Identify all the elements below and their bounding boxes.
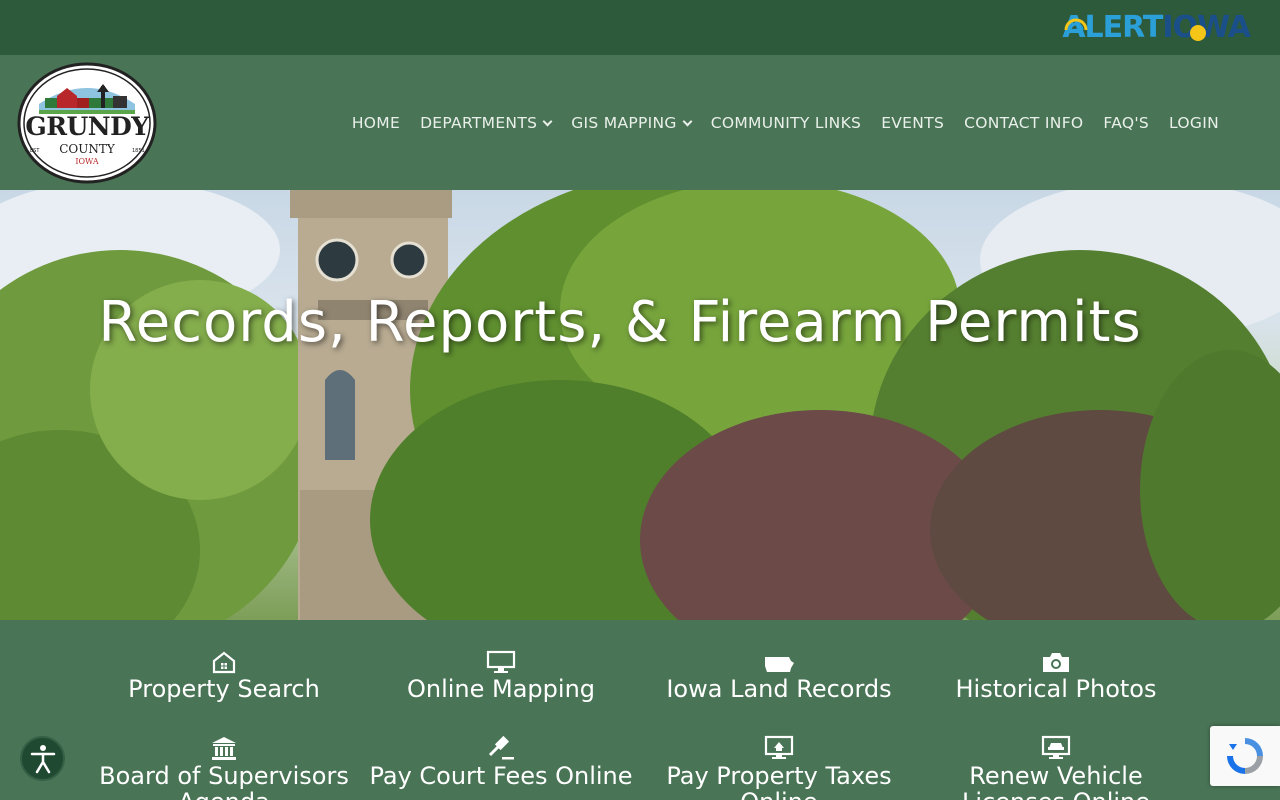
tax-monitor-icon — [644, 735, 914, 761]
accessibility-icon — [30, 744, 55, 773]
quick-link-label: Property Search — [128, 675, 320, 703]
quick-link-property-search[interactable]: Property Search — [89, 648, 359, 702]
county-name: GRUNDY — [25, 112, 149, 141]
camera-icon — [921, 648, 1191, 674]
site-header: GRUNDY COUNTY IOWA EST 1851 HOME DEPARTM… — [0, 55, 1280, 190]
nav-faqs[interactable]: FAQ'S — [1093, 114, 1159, 132]
nav-label: COMMUNITY LINKS — [710, 114, 862, 132]
quick-link-label: Board of Supervisors Agenda — [99, 762, 349, 800]
monitor-icon — [366, 648, 636, 674]
alert-iowa-logo[interactable]: ALERT IOWA — [1062, 8, 1251, 48]
gavel-icon — [366, 735, 636, 761]
nav-contact-info[interactable]: CONTACT INFO — [954, 114, 1093, 132]
nav-home[interactable]: HOME — [342, 114, 410, 132]
hero-title: Records, Reports, & Firearm Permits — [98, 290, 1142, 355]
nav-label: LOGIN — [1169, 114, 1219, 132]
nav-label: GIS MAPPING — [571, 114, 677, 132]
quick-link-iowa-land-records[interactable]: Iowa Land Records — [644, 648, 914, 702]
accessibility-button[interactable] — [20, 736, 65, 781]
nav-label: FAQ'S — [1103, 114, 1150, 132]
nav-label: HOME — [351, 114, 401, 132]
nav-label: DEPARTMENTS — [420, 114, 538, 132]
quick-link-board-of-supervisors[interactable]: Board of Supervisors Agenda — [89, 735, 359, 800]
county-state: IOWA — [75, 157, 99, 166]
quick-link-label: Online Mapping — [406, 675, 596, 703]
nav-gis-mapping[interactable]: GIS MAPPING — [561, 114, 701, 132]
nav-departments[interactable]: DEPARTMENTS — [410, 114, 561, 132]
iowa-state-icon — [644, 648, 914, 674]
quick-link-historical-photos[interactable]: Historical Photos — [921, 648, 1191, 702]
nav-label: CONTACT INFO — [964, 114, 1084, 132]
nav-events[interactable]: EVENTS — [871, 114, 954, 132]
quick-link-pay-court-fees[interactable]: Pay Court Fees Online — [366, 735, 636, 789]
quick-links: Property Search Online Mapping Iowa Land… — [0, 620, 1280, 800]
quick-link-label: Historical Photos — [955, 675, 1157, 703]
alert-signal-icon — [1064, 18, 1088, 31]
hero-banner: Records, Reports, & Firearm Permits — [0, 190, 1280, 620]
county-est: EST — [30, 148, 40, 154]
quick-link-label: Iowa Land Records — [666, 675, 892, 703]
house-icon — [89, 648, 359, 674]
recaptcha-icon — [1227, 738, 1263, 774]
quick-link-renew-vehicle-licenses[interactable]: Renew Vehicle Licenses Online — [921, 735, 1191, 800]
main-nav: HOME DEPARTMENTS GIS MAPPING COMMUNITY L… — [342, 110, 1229, 136]
courthouse-icon — [89, 735, 359, 761]
quick-link-pay-property-taxes[interactable]: Pay Property Taxes Online — [644, 735, 914, 800]
alert-sun-icon — [1190, 25, 1207, 41]
quick-link-label: Pay Property Taxes Online — [666, 762, 892, 800]
hero-background-image — [0, 190, 1280, 620]
nav-community-links[interactable]: COMMUNITY LINKS — [701, 114, 871, 132]
quick-link-label: Renew Vehicle Licenses Online — [962, 762, 1150, 800]
recaptcha-badge[interactable] — [1210, 726, 1280, 786]
chevron-down-icon — [542, 116, 553, 126]
top-bar: ALERT IOWA — [0, 0, 1280, 55]
nav-label: EVENTS — [881, 114, 945, 132]
county-year: 1851 — [132, 148, 145, 154]
chevron-down-icon — [682, 116, 693, 126]
quick-link-online-mapping[interactable]: Online Mapping — [366, 648, 636, 702]
quick-link-label: Pay Court Fees Online — [369, 762, 633, 790]
car-monitor-icon — [921, 735, 1191, 761]
nav-login[interactable]: LOGIN — [1159, 114, 1229, 132]
grundy-county-logo[interactable]: GRUNDY COUNTY IOWA EST 1851 — [17, 62, 157, 184]
